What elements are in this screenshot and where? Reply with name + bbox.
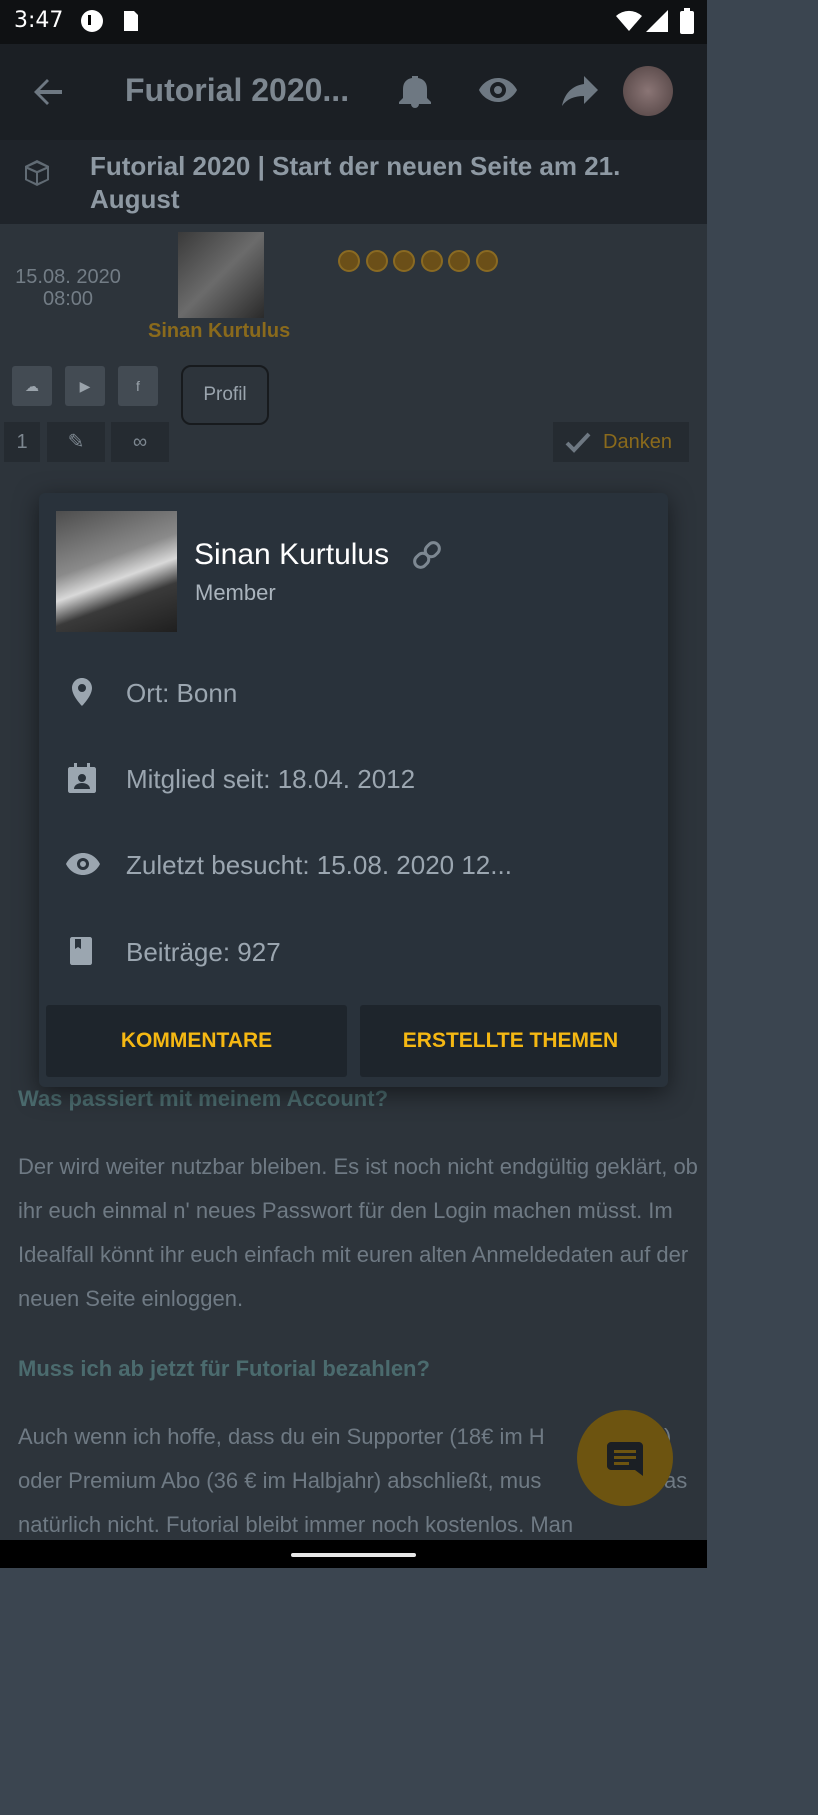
- back-arrow-icon[interactable]: [32, 76, 64, 108]
- book-icon: [70, 937, 92, 965]
- thanks-label: Danken: [603, 431, 672, 453]
- created-topics-button[interactable]: ERSTELLTE THEMEN: [360, 1005, 661, 1077]
- info-posts: Beiträge: 927: [66, 935, 626, 969]
- paragraph-pay-line1: Auch wenn ich hoffe, dass du ein Support…: [18, 1424, 545, 1449]
- permalink-button[interactable]: ∞: [111, 422, 169, 462]
- last-visit-text: Zuletzt besucht: 15.08. 2020 12...: [126, 850, 512, 880]
- signal-icon: [646, 10, 668, 32]
- home-gesture-pill[interactable]: [291, 1553, 416, 1557]
- rank-badge: [393, 250, 415, 272]
- comments-button[interactable]: KOMMENTARE: [46, 1005, 347, 1077]
- comment-fab[interactable]: [577, 1410, 673, 1506]
- link-icon[interactable]: [410, 538, 444, 572]
- user-avatar[interactable]: [623, 66, 673, 116]
- post-date-time: 08:00: [42, 288, 94, 310]
- rank-badge: [365, 250, 388, 272]
- rank-badge: [420, 250, 443, 272]
- sd-card-icon: [124, 11, 138, 31]
- author-name[interactable]: Sinan Kurtulus: [148, 320, 290, 343]
- system-nav-bar: [0, 1540, 707, 1568]
- edit-button[interactable]: ✎: [47, 422, 105, 462]
- thread-header: Futorial 2020 | Start der neuen Seite am…: [0, 140, 707, 224]
- dialog-name: Sinan Kurtulus: [194, 538, 390, 571]
- dialog-avatar: [56, 511, 177, 632]
- status-bar: 3:47: [0, 0, 707, 44]
- heading-account: Was passiert mit meinem Account?: [18, 1086, 389, 1111]
- contact-card-icon: [68, 763, 96, 793]
- link-icon: ∞: [132, 431, 148, 453]
- bell-icon[interactable]: [396, 72, 434, 110]
- location-pin-icon: [72, 678, 92, 706]
- info-member-since: Mitglied seit: 18.04. 2012: [66, 762, 626, 796]
- chat-icon: [607, 1442, 643, 1476]
- post-number[interactable]: 1: [4, 422, 40, 462]
- status-time: 3:47: [14, 8, 64, 33]
- battery-icon: [680, 8, 694, 34]
- info-last-visit: Zuletzt besucht: 15.08. 2020 12...: [66, 848, 626, 882]
- notification-icon: [81, 10, 103, 32]
- paragraph-account: Der wird weiter nutzbar bleiben. Es ist …: [18, 1154, 698, 1311]
- location-text: Ort: Bonn: [126, 678, 238, 708]
- member-since-text: Mitglied seit: 18.04. 2012: [126, 764, 416, 794]
- rank-badge: [448, 250, 470, 272]
- youtube-icon[interactable]: ▶: [65, 366, 105, 406]
- heading-pay: Muss ich ab jetzt für Futorial bezahlen?: [18, 1356, 430, 1381]
- post-date-day: 15.08. 2020: [15, 266, 121, 288]
- facebook-icon[interactable]: f: [118, 366, 158, 406]
- eye-icon: [66, 853, 100, 875]
- paragraph-pay-line2: oder Premium Abo (36 € im Halbjahr) absc…: [18, 1468, 542, 1493]
- profile-button[interactable]: Profil: [181, 365, 269, 425]
- check-icon: [565, 432, 591, 453]
- rank-badges: [338, 250, 503, 277]
- rank-badge: [475, 250, 498, 272]
- thread-title: Futorial 2020 | Start der neuen Seite am…: [90, 151, 621, 214]
- thanks-button[interactable]: Danken: [553, 422, 689, 462]
- app-title: Futorial 2020...: [125, 72, 350, 108]
- soundcloud-icon[interactable]: ☁: [12, 366, 52, 406]
- dialog-role: Member: [195, 580, 276, 605]
- app-bar: Futorial 2020...: [0, 44, 707, 140]
- cube-icon: [25, 160, 49, 186]
- posts-text: Beiträge: 927: [126, 937, 281, 967]
- eye-icon[interactable]: [478, 74, 518, 106]
- rank-badge: [338, 250, 360, 272]
- share-icon[interactable]: [562, 76, 598, 106]
- pencil-icon: ✎: [67, 431, 85, 453]
- info-location: Ort: Bonn: [66, 676, 626, 710]
- author-avatar[interactable]: [178, 232, 264, 318]
- wifi-icon: [616, 10, 642, 31]
- post-date: 15.08. 2020 08:00: [8, 266, 128, 310]
